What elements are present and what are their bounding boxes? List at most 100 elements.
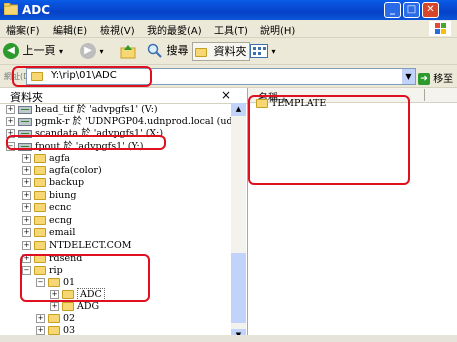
folders-button[interactable]: 資料夾 <box>192 42 250 61</box>
folder-icon <box>34 154 46 163</box>
folder-icon <box>195 47 207 57</box>
expand-icon[interactable]: + <box>22 191 31 200</box>
folders-pane-header: 資料夾 × <box>0 88 247 104</box>
views-icon <box>250 44 268 58</box>
back-label: 上一頁 <box>22 44 56 57</box>
tree-item-folder[interactable]: +02 <box>36 313 75 325</box>
address-dropdown-icon[interactable]: ▼ <box>402 69 415 84</box>
close-pane-icon[interactable]: × <box>221 88 231 102</box>
tree-item-label: ecng <box>49 215 73 226</box>
vertical-scrollbar[interactable]: ▲ ▼ <box>231 103 246 342</box>
folders-pane: 資料夾 × + head_tif 於 'advpgfs1' (V:) + pgmk-r… <box>0 88 248 342</box>
highlight-address <box>12 66 152 87</box>
folders-pane-title: 資料夾 <box>10 91 43 104</box>
folder-icon <box>34 191 46 200</box>
tree-item-label: agfa <box>49 153 70 164</box>
expand-icon[interactable]: + <box>6 105 15 114</box>
forward-arrow-icon: ▶ <box>80 43 96 59</box>
forward-button[interactable]: ▶ ▾ <box>80 42 104 60</box>
folder-icon <box>34 166 46 175</box>
folder-icon <box>34 228 46 237</box>
tree-item-label: email <box>49 227 76 238</box>
menu-tools[interactable]: 工具(T) <box>214 22 248 37</box>
highlight-fpout <box>6 135 166 150</box>
expand-icon[interactable]: + <box>36 314 45 323</box>
tree-item-folder[interactable]: + ecnc <box>22 202 71 214</box>
folder-icon <box>48 326 60 335</box>
expand-icon[interactable]: + <box>22 178 31 187</box>
window-title: ADC <box>22 3 51 17</box>
windows-logo-icon <box>429 21 451 36</box>
tree-item-drive[interactable]: + pgmk-r 於 'UDNPGP04.udnprod.local (udnp <box>6 116 231 128</box>
highlight-rip <box>20 254 150 302</box>
tree-item-label: ADG <box>77 301 100 312</box>
minimize-button[interactable]: _ <box>384 2 401 18</box>
tree-item-label: biung <box>49 190 77 201</box>
close-button[interactable]: ✕ <box>422 2 439 18</box>
tree-item-drive[interactable]: + head_tif 於 'advpgfs1' (V:) <box>6 104 158 116</box>
tree-item-label: agfa(color) <box>49 165 102 176</box>
go-arrow-icon: ➜ <box>418 73 430 85</box>
up-folder-icon <box>120 45 136 59</box>
folder-icon <box>62 302 74 311</box>
tree-item-folder[interactable]: + email <box>22 227 75 239</box>
back-arrow-icon: ◀ <box>3 43 19 59</box>
expand-icon[interactable]: + <box>22 154 31 163</box>
horizontal-scrollbar[interactable] <box>0 335 457 342</box>
back-button[interactable]: ◀ 上一頁 ▾ <box>3 42 63 60</box>
search-button[interactable]: 搜尋 <box>147 42 189 60</box>
menu-help[interactable]: 說明(H) <box>260 22 295 37</box>
folder-icon <box>34 178 46 187</box>
views-button[interactable]: ▾ <box>250 42 276 60</box>
dropdown-arrow-icon: ▾ <box>271 47 276 56</box>
folder-icon <box>48 314 60 323</box>
expand-icon[interactable]: + <box>50 302 59 311</box>
network-drive-icon <box>18 117 32 126</box>
tree-item-folder[interactable]: + agfa <box>22 153 70 165</box>
menu-favorites[interactable]: 我的最愛(A) <box>147 22 202 37</box>
search-label: 搜尋 <box>166 44 189 57</box>
menu-edit[interactable]: 編輯(E) <box>53 22 87 37</box>
expand-icon[interactable]: + <box>6 117 15 126</box>
highlight-template <box>248 95 410 185</box>
scroll-thumb[interactable] <box>231 253 246 323</box>
tree-item-folder[interactable]: + NTDELECT.COM <box>22 240 131 252</box>
tree-item-label: 02 <box>63 313 76 324</box>
tree-item-label: pgmk-r 於 'UDNPGP04.udnprod.local (udnp <box>35 116 231 127</box>
tree-item-label: backup <box>49 177 85 188</box>
expand-icon[interactable]: + <box>22 241 31 250</box>
tree-item-folder[interactable]: + ADG <box>50 301 99 313</box>
dropdown-arrow-icon: ▾ <box>99 47 104 56</box>
expand-icon[interactable]: + <box>22 228 31 237</box>
tree-item-folder[interactable]: + backup <box>22 177 84 189</box>
go-button[interactable]: ➜ 移至 <box>418 70 453 85</box>
maximize-button[interactable]: □ <box>403 2 420 18</box>
tree-item-label: head_tif 於 'advpgfs1' (V:) <box>35 104 158 115</box>
tree-item-label: ecnc <box>49 202 72 213</box>
up-folder-button[interactable] <box>120 42 136 60</box>
folder-icon <box>34 216 46 225</box>
folder-icon <box>34 241 46 250</box>
menu-view[interactable]: 檢視(V) <box>100 22 135 37</box>
expand-icon[interactable]: + <box>22 203 31 212</box>
folders-label: 資料夾 <box>213 45 247 58</box>
menu-file[interactable]: 檔案(F) <box>6 22 40 37</box>
go-label: 移至 <box>433 74 454 85</box>
search-icon <box>147 43 162 58</box>
title-bar: ADC _ □ ✕ <box>0 0 457 20</box>
folder-icon <box>34 203 46 212</box>
expand-icon[interactable]: + <box>22 166 31 175</box>
scroll-up-icon[interactable]: ▲ <box>231 103 246 116</box>
toolbar: ◀ 上一頁 ▾ ▶ ▾ 搜尋 資料夾 ▾ <box>0 38 457 65</box>
folder-icon <box>4 3 18 15</box>
dropdown-arrow-icon: ▾ <box>59 47 64 56</box>
tree-item-label: NTDELECT.COM <box>49 240 132 251</box>
network-drive-icon <box>18 105 32 114</box>
tree-item-folder[interactable]: + agfa(color) <box>22 165 102 177</box>
column-separator[interactable] <box>424 89 425 101</box>
tree-item-folder[interactable]: + biung <box>22 190 76 202</box>
menu-bar: 檔案(F) 編輯(E) 檢視(V) 我的最愛(A) 工具(T) 說明(H) <box>0 20 457 38</box>
expand-icon[interactable]: + <box>36 326 45 335</box>
expand-icon[interactable]: + <box>22 216 31 225</box>
tree-item-folder[interactable]: + ecng <box>22 215 72 227</box>
